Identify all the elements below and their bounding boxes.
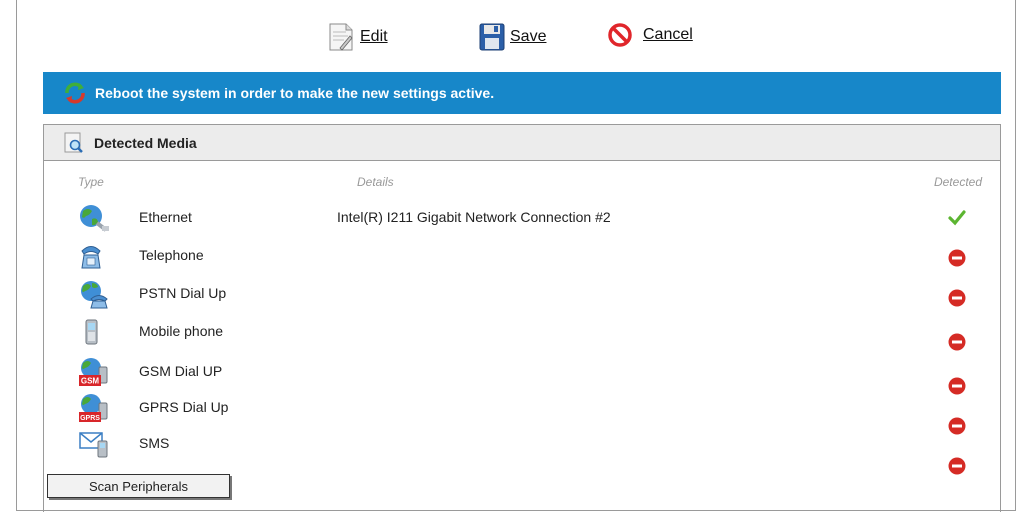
globe-cable-icon: [80, 205, 109, 232]
sms-icon: [79, 432, 108, 458]
no-entry-icon: [948, 457, 966, 475]
detected-media-panel: Detected Media Type Details Detected Eth…: [43, 124, 1001, 512]
media-type-label: Mobile phone: [139, 323, 224, 339]
cancel-icon: [608, 23, 632, 47]
media-type-label: Ethernet: [139, 209, 192, 225]
scan-peripherals-button[interactable]: Scan Peripherals: [47, 474, 230, 498]
media-type-label: PSTN Dial Up: [139, 285, 227, 301]
media-details: Intel(R) I211 Gigabit Network Connection…: [337, 209, 611, 225]
reboot-notice-banner: Reboot the system in order to make the n…: [43, 72, 1001, 114]
cancel-button[interactable]: Cancel: [607, 22, 693, 48]
edit-label: Edit: [360, 28, 388, 45]
no-entry-icon: [948, 333, 966, 351]
panel-header: Detected Media: [44, 125, 1000, 161]
save-button[interactable]: Save: [478, 22, 546, 52]
column-header-type: Type: [78, 175, 104, 189]
refresh-arrows-icon: [65, 82, 85, 104]
no-entry-icon: [948, 289, 966, 307]
no-entry-icon: [948, 417, 966, 435]
media-row-telephone: Telephone: [44, 241, 1000, 271]
magnifier-document-icon: [64, 132, 83, 153]
media-row-mobile-phone: Mobile phone: [44, 317, 1000, 347]
toolbar: Edit Save Cancel: [0, 22, 1034, 58]
gprs-icon: GPRS: [79, 394, 108, 422]
floppy-save-icon: [479, 23, 505, 51]
mobile-phone-icon: [85, 319, 98, 345]
media-type-label: GSM Dial UP: [139, 363, 223, 379]
media-row-gsm-dial-up: GSM GSM Dial UP: [44, 357, 1000, 387]
media-row-pstn-dial-up: PSTN Dial Up: [44, 279, 1000, 309]
media-row-gprs-dial-up: GPRS GPRS Dial Up: [44, 393, 1000, 423]
media-type-label: GPRS Dial Up: [139, 399, 229, 415]
globe-phone-icon: [81, 281, 108, 309]
edit-button[interactable]: Edit: [328, 22, 388, 52]
no-entry-icon: [948, 249, 966, 267]
gprs-badge-text: GPRS: [80, 415, 100, 422]
no-entry-icon: [948, 377, 966, 395]
save-label: Save: [510, 28, 547, 45]
media-row-sms: SMS: [44, 429, 1000, 459]
telephone-icon: [81, 246, 101, 269]
column-header-detected: Detected: [933, 175, 982, 189]
check-icon: [948, 210, 966, 226]
media-type-label: Telephone: [139, 247, 204, 263]
media-row-ethernet: Ethernet Intel(R) I211 Gigabit Network C…: [44, 203, 1000, 233]
edit-icon: [329, 23, 353, 51]
cancel-label: Cancel: [643, 26, 693, 43]
gsm-badge-text: GSM: [81, 377, 100, 386]
banner-message: Reboot the system in order to make the n…: [95, 85, 495, 101]
column-header-details: Details: [357, 175, 394, 189]
panel-title: Detected Media: [94, 134, 197, 151]
gsm-icon: GSM: [79, 358, 108, 386]
media-type-label: SMS: [139, 435, 170, 451]
